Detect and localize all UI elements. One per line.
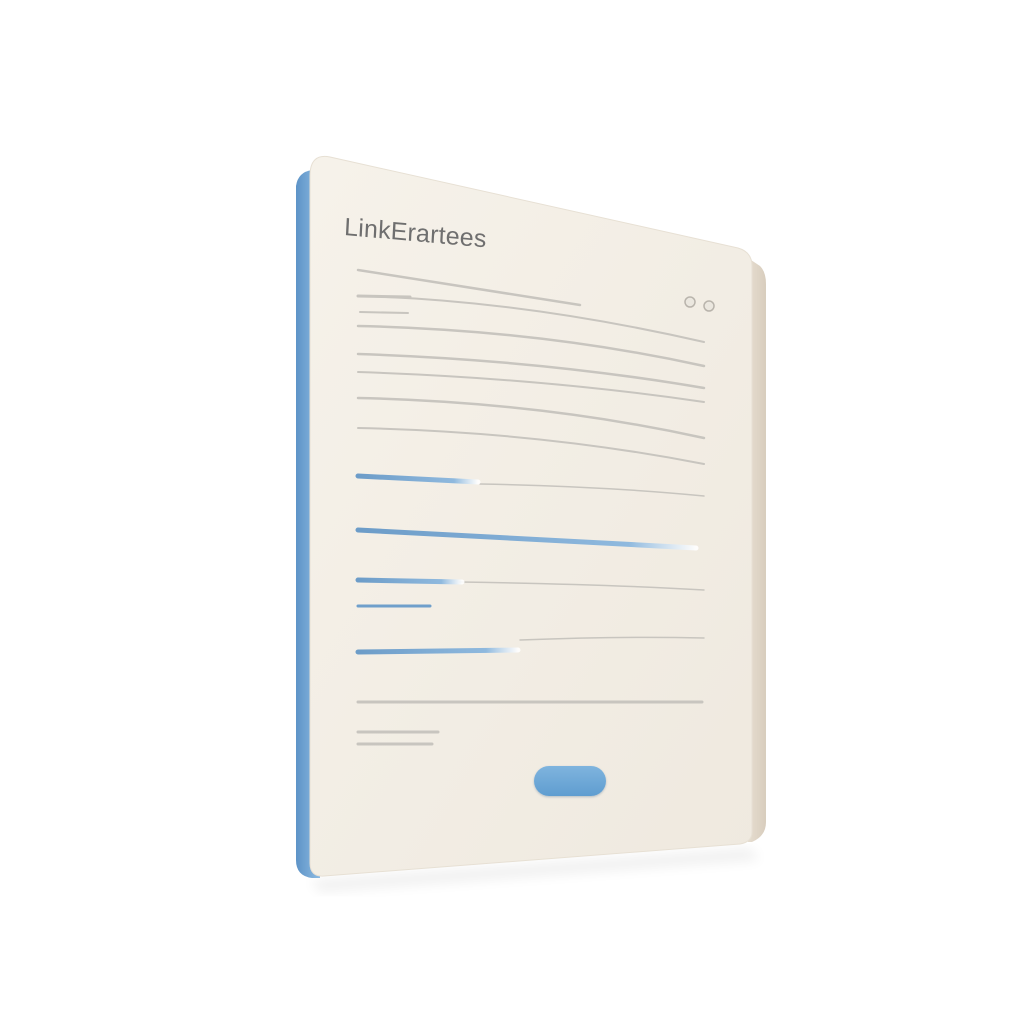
document-page: [309, 155, 753, 877]
text-line: [359, 311, 409, 314]
dot-icon[interactable]: [684, 296, 696, 308]
stage: LinkErartees: [0, 0, 1024, 1024]
input-field[interactable]: [355, 647, 521, 655]
input-field[interactable]: [355, 577, 465, 585]
document-card-graphic: [296, 155, 766, 892]
dot-icon[interactable]: [703, 300, 715, 312]
submit-button[interactable]: [534, 766, 606, 796]
